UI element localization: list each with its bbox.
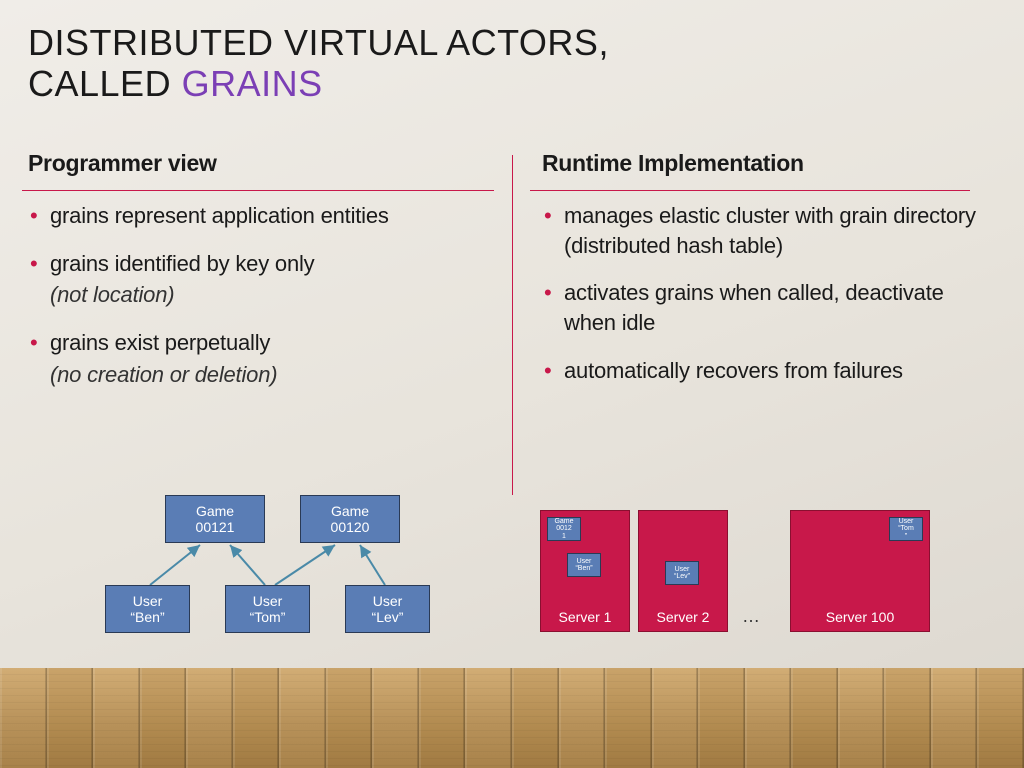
- right-heading: Runtime Implementation: [542, 150, 996, 177]
- bullet-text: grains exist perpetually: [50, 330, 270, 355]
- mini-grain-user-ben: User“Ben”: [567, 553, 601, 577]
- right-bullet-list: manages elastic cluster with grain direc…: [542, 201, 996, 385]
- title-line2-prefix: CALLED: [28, 63, 182, 104]
- grain-game-00121: Game00121: [165, 495, 265, 543]
- grain-user-lev: User“Lev”: [345, 585, 430, 633]
- server-100: User“Tom” Server 100: [790, 510, 930, 632]
- bullet-text: manages elastic cluster with grain direc…: [564, 203, 976, 258]
- title-accent-word: GRAINS: [182, 63, 323, 104]
- right-bullet-3: automatically recovers from failures: [542, 356, 996, 386]
- diagram-servers: Game00121 User“Ben” Server 1 User“Lev” S…: [540, 510, 1000, 640]
- grain-user-tom: User“Tom”: [225, 585, 310, 633]
- server-label: Server 1: [541, 609, 629, 625]
- floor-decoration: [0, 668, 1024, 768]
- diagram-grains: Game00121 Game00120 User“Ben” User“Tom” …: [95, 495, 480, 645]
- right-bullet-2: activates grains when called, deactivate…: [542, 278, 996, 337]
- mini-grain-user-tom: User“Tom”: [889, 517, 923, 541]
- slide: DISTRIBUTED VIRTUAL ACTORS, CALLED GRAIN…: [0, 0, 1024, 768]
- server-label: Server 2: [639, 609, 727, 625]
- bullet-text: grains represent application entities: [50, 203, 389, 228]
- server-ellipsis: …: [742, 606, 762, 627]
- server-label: Server 100: [791, 609, 929, 625]
- server-2: User“Lev” Server 2: [638, 510, 728, 632]
- mini-grain-game: Game00121: [547, 517, 581, 541]
- server-1: Game00121 User“Ben” Server 1: [540, 510, 630, 632]
- mini-grain-user-lev: User“Lev”: [665, 561, 699, 585]
- left-bullet-2: grains identified by key only (not locat…: [28, 249, 482, 310]
- title-line1: DISTRIBUTED VIRTUAL ACTORS,: [28, 22, 609, 63]
- bullet-subtext: (no creation or deletion): [50, 360, 482, 390]
- bullet-text: grains identified by key only: [50, 251, 314, 276]
- left-heading: Programmer view: [28, 150, 482, 177]
- column-runtime-impl: Runtime Implementation manages elastic c…: [512, 150, 996, 407]
- left-bullet-list: grains represent application entities gr…: [28, 201, 482, 389]
- bullet-text: activates grains when called, deactivate…: [564, 280, 944, 335]
- bullet-subtext: (not location): [50, 280, 482, 310]
- column-programmer-view: Programmer view grains represent applica…: [28, 150, 512, 407]
- right-bullet-1: manages elastic cluster with grain direc…: [542, 201, 996, 260]
- left-bullet-1: grains represent application entities: [28, 201, 482, 231]
- bullet-text: automatically recovers from failures: [564, 358, 903, 383]
- grain-game-00120: Game00120: [300, 495, 400, 543]
- left-bullet-3: grains exist perpetually (no creation or…: [28, 328, 482, 389]
- columns: Programmer view grains represent applica…: [0, 150, 1024, 407]
- slide-title: DISTRIBUTED VIRTUAL ACTORS, CALLED GRAIN…: [0, 0, 1024, 105]
- grain-user-ben: User“Ben”: [105, 585, 190, 633]
